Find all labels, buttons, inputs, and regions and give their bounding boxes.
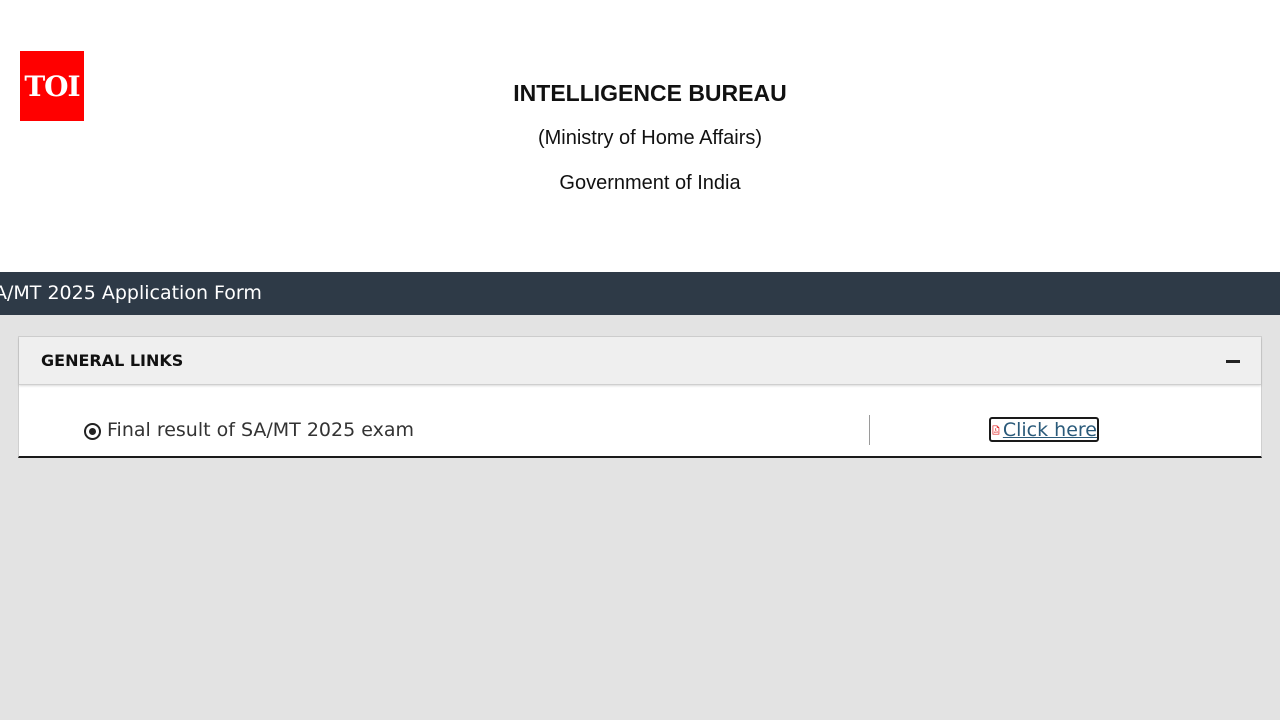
divider: [869, 415, 870, 445]
panel-header[interactable]: GENERAL LINKS: [19, 337, 1261, 385]
organization-title: INTELLIGENCE BUREAU: [513, 80, 787, 106]
result-link-label: Final result of SA/MT 2025 exam: [107, 419, 414, 441]
navbar: A/MT 2025 Application Form: [0, 272, 1280, 315]
minus-icon[interactable]: [1225, 353, 1241, 369]
click-here-text[interactable]: Click here: [1003, 419, 1097, 441]
click-here-link[interactable]: Click here: [989, 417, 1099, 442]
pdf-icon: [992, 424, 1000, 435]
government-subtitle: Government of India: [559, 172, 741, 194]
general-links-panel: GENERAL LINKS Final result of SA/MT 2025…: [18, 336, 1262, 458]
list-item: Final result of SA/MT 2025 exam Click he…: [19, 385, 1261, 457]
ministry-subtitle: (Ministry of Home Affairs): [537, 127, 763, 149]
page-header: TOI INTELLIGENCE BUREAU (Ministry of Hom…: [0, 0, 1280, 272]
circle-dot-icon: [84, 423, 101, 440]
panel-title: GENERAL LINKS: [41, 351, 184, 370]
navbar-title[interactable]: A/MT 2025 Application Form: [0, 272, 262, 315]
